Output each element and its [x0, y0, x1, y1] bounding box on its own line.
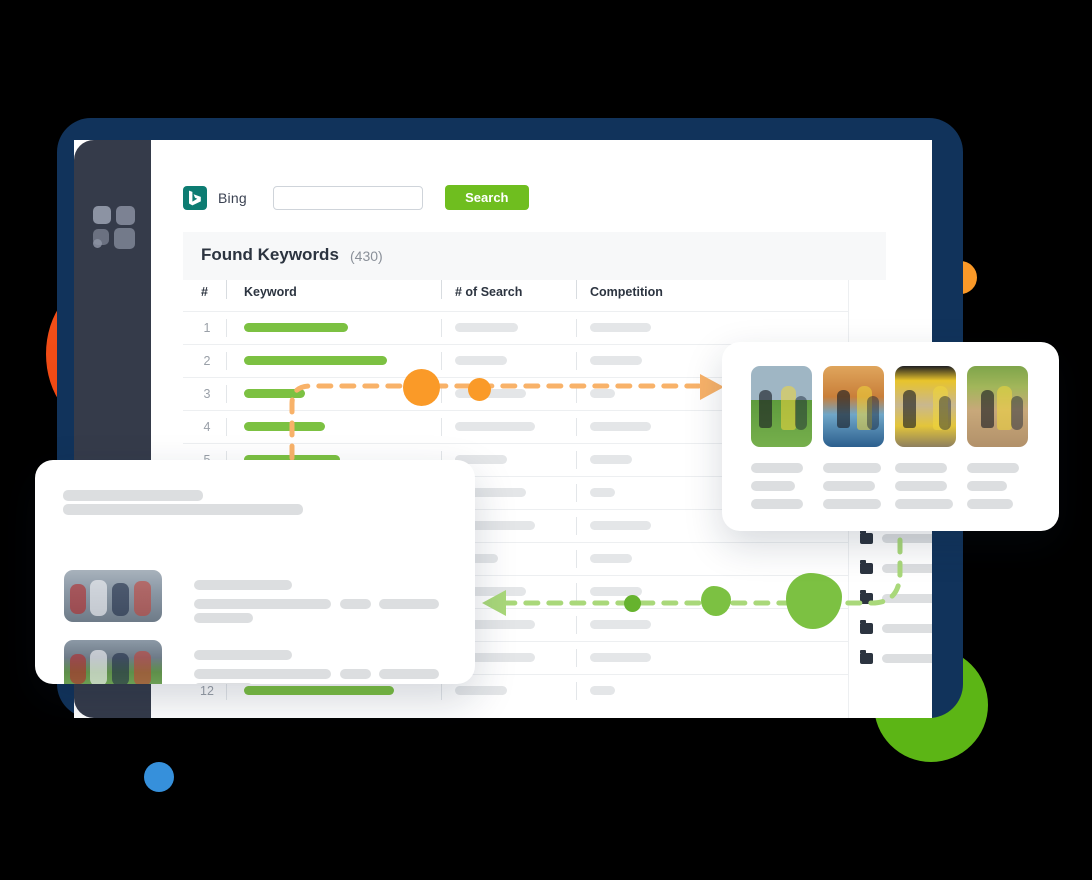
- american-football-thumbnail[interactable]: [751, 366, 812, 447]
- thumbnail-caption-skeleton: [895, 481, 947, 491]
- card-title-skeleton: [63, 490, 203, 501]
- cycling-race-thumbnail[interactable]: [64, 570, 162, 622]
- thumbnail-caption-skeleton: [823, 463, 881, 473]
- basketball-dunk-thumbnail[interactable]: [823, 366, 884, 447]
- image-results-card: [722, 342, 1059, 531]
- result-text-skeleton: [379, 599, 439, 609]
- result-text-skeleton: [340, 669, 371, 679]
- thumbnail-caption-skeleton: [751, 481, 795, 491]
- thumbnail-caption-skeleton: [967, 499, 1013, 509]
- result-text-skeleton: [194, 683, 253, 684]
- card-subtitle-skeleton: [63, 504, 303, 515]
- green-flow-arrowhead: [482, 590, 506, 616]
- thumbnail-caption-skeleton: [895, 499, 953, 509]
- football-game-thumbnail[interactable]: [64, 640, 162, 684]
- result-text-skeleton: [194, 580, 292, 590]
- result-text-skeleton: [379, 669, 439, 679]
- screenshot-root: Bing Search Found Keywords (430) # Keywo…: [0, 0, 1092, 880]
- result-text-skeleton: [194, 599, 331, 609]
- thumbnail-caption-skeleton: [967, 463, 1019, 473]
- thumbnail-caption-skeleton: [967, 481, 1007, 491]
- result-text-skeleton: [194, 669, 331, 679]
- thumbnail-caption-skeleton: [751, 463, 803, 473]
- result-text-skeleton: [194, 613, 253, 623]
- orange-flow-node-small: [468, 378, 491, 401]
- orange-flow-path: [289, 383, 703, 461]
- result-text-skeleton: [340, 599, 371, 609]
- search-results-card: [35, 460, 475, 684]
- thumbnail-caption-skeleton: [823, 481, 875, 491]
- thumbnail-caption-skeleton: [823, 499, 881, 509]
- result-text-skeleton: [194, 650, 292, 660]
- orange-flow-arrowhead: [700, 374, 724, 400]
- volleyball-match-thumbnail[interactable]: [895, 366, 956, 447]
- orange-flow-node-large: [403, 369, 440, 406]
- thumbnail-caption-skeleton: [751, 499, 803, 509]
- motocross-race-thumbnail[interactable]: [967, 366, 1028, 447]
- green-flow-node-small: [624, 595, 641, 612]
- thumbnail-caption-skeleton: [895, 463, 947, 473]
